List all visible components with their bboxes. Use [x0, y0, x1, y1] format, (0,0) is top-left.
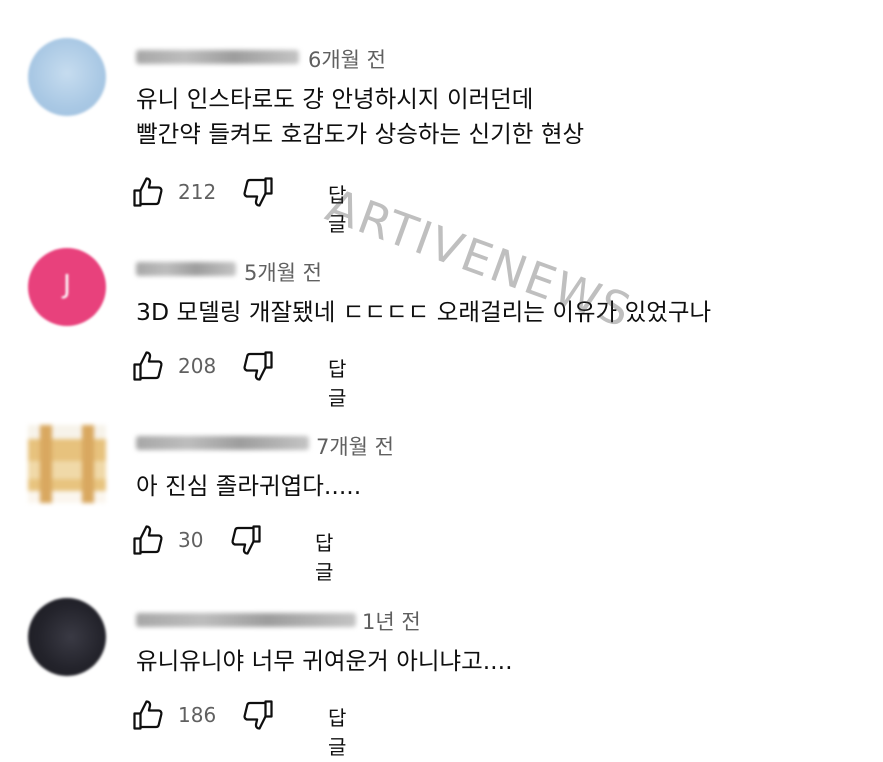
avatar-letter: J — [63, 270, 71, 300]
reply-button[interactable]: 답글 — [328, 179, 346, 237]
thumbs-down-icon[interactable] — [240, 697, 276, 733]
username-redacted[interactable] — [136, 436, 309, 450]
like-count: 208 — [178, 354, 217, 378]
avatar[interactable]: J — [28, 248, 106, 326]
thumbs-up-icon[interactable] — [130, 348, 166, 384]
reply-button[interactable]: 답글 — [328, 353, 346, 411]
comment-time: 7개월 전 — [316, 435, 394, 459]
comment: 1년 전 유니유니야 너무 귀여운거 아니냐고.... 186 답글 — [0, 0, 883, 759]
reply-button[interactable]: 답글 — [315, 527, 333, 585]
avatar[interactable] — [28, 425, 106, 503]
thumbs-down-icon[interactable] — [228, 522, 264, 558]
thumbs-down-icon[interactable] — [240, 348, 276, 384]
thumbs-down-icon[interactable] — [240, 174, 276, 210]
thumbs-up-icon[interactable] — [130, 174, 166, 210]
avatar[interactable] — [28, 598, 106, 676]
like-count: 30 — [178, 528, 204, 552]
thumbs-up-icon[interactable] — [130, 697, 166, 733]
comment-text-line: 유니유니야 너무 귀여운거 아니냐고.... — [136, 647, 513, 675]
reply-button[interactable]: 답글 — [328, 702, 346, 760]
like-count: 212 — [178, 180, 217, 204]
thumbs-up-icon[interactable] — [130, 522, 166, 558]
comment-time: 1년 전 — [362, 610, 421, 634]
comment-text-line: 3D 모델링 개잘됐네 ㄷㄷㄷㄷ 오래걸리는 이유가 있었구나 — [136, 298, 712, 326]
comment-text-line: 아 진심 졸라귀엽다..... — [136, 472, 362, 500]
username-redacted[interactable] — [136, 613, 356, 627]
comment-time: 5개월 전 — [244, 261, 322, 285]
username-redacted[interactable] — [136, 262, 236, 276]
like-count: 186 — [178, 703, 217, 727]
